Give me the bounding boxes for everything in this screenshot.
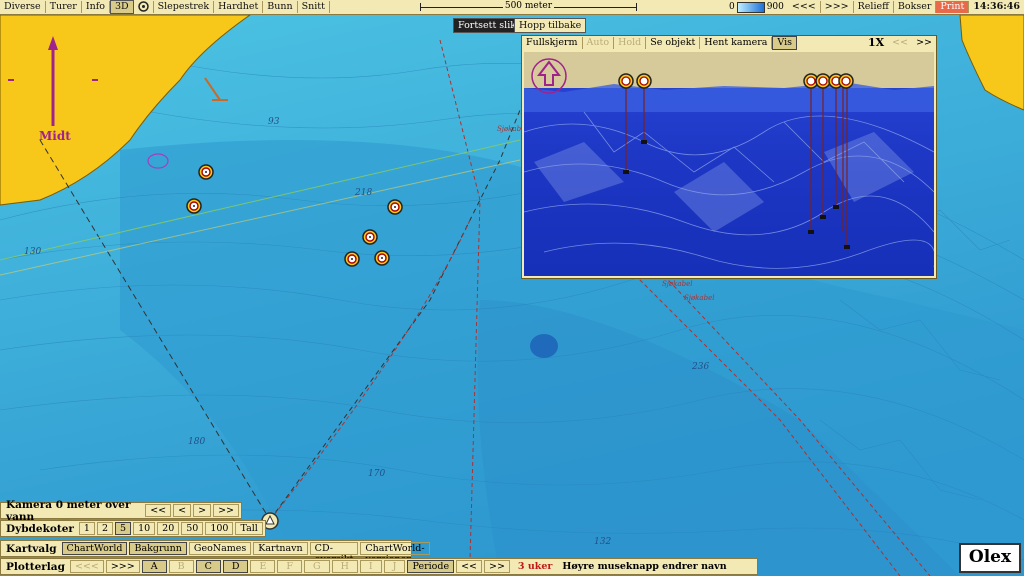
plotterlag-label: Plotterlag xyxy=(6,560,65,573)
cable-label: Sjøkabel xyxy=(684,294,714,302)
camera-last-button[interactable]: >> xyxy=(213,504,239,517)
cable-label: Sjøkabel xyxy=(662,280,692,288)
3d-view-panel: Fullskjerm Auto Hold Se objekt Hent kame… xyxy=(521,35,937,279)
view-object-button[interactable]: Se objekt xyxy=(646,37,701,49)
depth-contour-panel: Dybdekoter 1 2 5 10 20 50 100 Tall xyxy=(0,520,266,537)
depth-label: 218 xyxy=(354,188,372,198)
layer-nav-right-button[interactable]: >>> xyxy=(105,560,140,573)
compass-label: Midt xyxy=(39,129,71,143)
kartvalg-label: Kartvalg xyxy=(6,542,57,555)
nav-right-button[interactable]: >>> xyxy=(821,1,854,13)
camera-prev-button[interactable]: < xyxy=(173,504,192,517)
hold-button[interactable]: Hold xyxy=(614,37,647,49)
layer-i-button[interactable]: I xyxy=(359,560,382,573)
contour-2-button[interactable]: 2 xyxy=(96,522,114,535)
plotter-layer-panel: Plotterlag <<< >>> A B C D E F G H I J P… xyxy=(0,558,758,575)
clock: 14:36:46 xyxy=(973,1,1020,12)
depth-label: 93 xyxy=(268,117,280,127)
period-next-button[interactable]: >> xyxy=(484,560,510,573)
rename-hint: Høyre museknapp endrer navn xyxy=(562,561,727,572)
next-button[interactable]: >> xyxy=(912,37,936,49)
chartworld-versions-button[interactable]: ChartWorld-versjoner xyxy=(360,542,430,565)
relieff-button[interactable]: Relieff xyxy=(854,1,894,13)
depth-label: 170 xyxy=(368,469,385,479)
depth-label: 236 xyxy=(691,362,709,372)
period-value: 3 uker xyxy=(517,561,553,572)
layer-nav-left-button[interactable]: <<< xyxy=(69,560,104,573)
get-camera-button[interactable]: Hent kamera xyxy=(700,37,773,49)
target-marker xyxy=(186,198,202,214)
target-marker xyxy=(344,251,360,267)
depth-label: 130 xyxy=(24,247,41,257)
depth-max: 900 xyxy=(766,2,784,12)
chart-names-button[interactable]: Kartnavn xyxy=(253,542,308,555)
menu-info[interactable]: Info xyxy=(82,1,110,13)
menu-slepestrek[interactable]: Slepestrek xyxy=(154,1,215,13)
camera-next-button[interactable]: > xyxy=(193,504,212,517)
target-icon[interactable] xyxy=(134,1,154,13)
menu-snitt[interactable]: Snitt xyxy=(298,1,330,13)
contour-100-button[interactable]: 100 xyxy=(205,522,234,535)
layer-d-button[interactable]: D xyxy=(222,560,249,573)
3d-toolbar: Fullskjerm Auto Hold Se objekt Hent kame… xyxy=(522,36,936,50)
chartworld-button[interactable]: ChartWorld xyxy=(61,542,128,555)
contour-50-button[interactable]: 50 xyxy=(181,522,204,535)
bokser-button[interactable]: Bokser xyxy=(894,1,937,13)
background-button[interactable]: Bakgrunn xyxy=(129,542,187,555)
contour-20-button[interactable]: 20 xyxy=(157,522,180,535)
menu-bunn[interactable]: Bunn xyxy=(263,1,298,13)
dybdekoter-label: Dybdekoter xyxy=(6,522,74,535)
layer-h-button[interactable]: H xyxy=(331,560,358,573)
layer-f-button[interactable]: F xyxy=(277,560,303,573)
period-button[interactable]: Periode xyxy=(407,560,455,573)
3d-terrain-view[interactable] xyxy=(524,52,934,276)
print-button[interactable]: Print xyxy=(936,1,970,13)
scale-label: 500 meter xyxy=(502,1,555,11)
depth-label: 132 xyxy=(594,537,611,547)
menu-diverse[interactable]: Diverse xyxy=(0,1,46,13)
deep-spot xyxy=(530,334,558,358)
geonames-button[interactable]: GeoNames xyxy=(188,542,252,555)
depth-label: 180 xyxy=(188,437,205,447)
contour-5-button[interactable]: 5 xyxy=(115,522,132,535)
contour-1-button[interactable]: 1 xyxy=(78,522,95,535)
menu-turer[interactable]: Turer xyxy=(46,1,82,13)
nav-left-button[interactable]: <<< xyxy=(788,1,821,13)
camera-panel: Kamera 0 meter over vann << < > >> xyxy=(0,499,242,523)
target-marker xyxy=(198,164,214,180)
cd-overview-button[interactable]: CD-oversikt xyxy=(309,542,359,565)
auto-button[interactable]: Auto xyxy=(583,37,615,49)
target-marker xyxy=(387,199,403,215)
show-button[interactable]: Vis xyxy=(772,36,798,50)
layer-e-button[interactable]: E xyxy=(250,560,276,573)
chart-select-panel: Kartvalg ChartWorld Bakgrunn GeoNames Ka… xyxy=(0,540,430,565)
contour-numbers-button[interactable]: Tall xyxy=(235,522,263,535)
layer-c-button[interactable]: C xyxy=(195,560,221,573)
menu-3d[interactable]: 3D xyxy=(109,0,134,14)
prev-button[interactable]: << xyxy=(888,37,912,49)
zoom-level: 1X xyxy=(867,36,885,49)
menu-hardhet[interactable]: Hardhet xyxy=(214,1,264,13)
depth-min: 0 xyxy=(728,2,735,12)
depth-legend: 0 900 xyxy=(728,1,788,13)
target-marker xyxy=(374,250,390,266)
contour-10-button[interactable]: 10 xyxy=(133,522,156,535)
layer-j-button[interactable]: J xyxy=(383,560,406,573)
fullscreen-button[interactable]: Fullskjerm xyxy=(522,37,583,49)
layer-a-button[interactable]: A xyxy=(141,560,167,573)
top-toolbar: Diverse Turer Info 3D Slepestrek Hardhet… xyxy=(0,0,1024,15)
camera-label: Kamera 0 meter over vann xyxy=(6,498,131,523)
layer-g-button[interactable]: G xyxy=(304,560,330,573)
period-prev-button[interactable]: << xyxy=(456,560,482,573)
camera-first-button[interactable]: << xyxy=(145,504,172,517)
depth-gradient xyxy=(736,1,765,13)
olex-logo: Olex xyxy=(959,543,1021,573)
scale-bar: 500 meter xyxy=(419,1,637,13)
jump-back-button[interactable]: Hopp tilbake xyxy=(514,18,587,33)
layer-b-button[interactable]: B xyxy=(168,560,194,573)
continue-button[interactable]: Fortsett slik xyxy=(453,18,522,33)
target-marker xyxy=(362,229,378,245)
